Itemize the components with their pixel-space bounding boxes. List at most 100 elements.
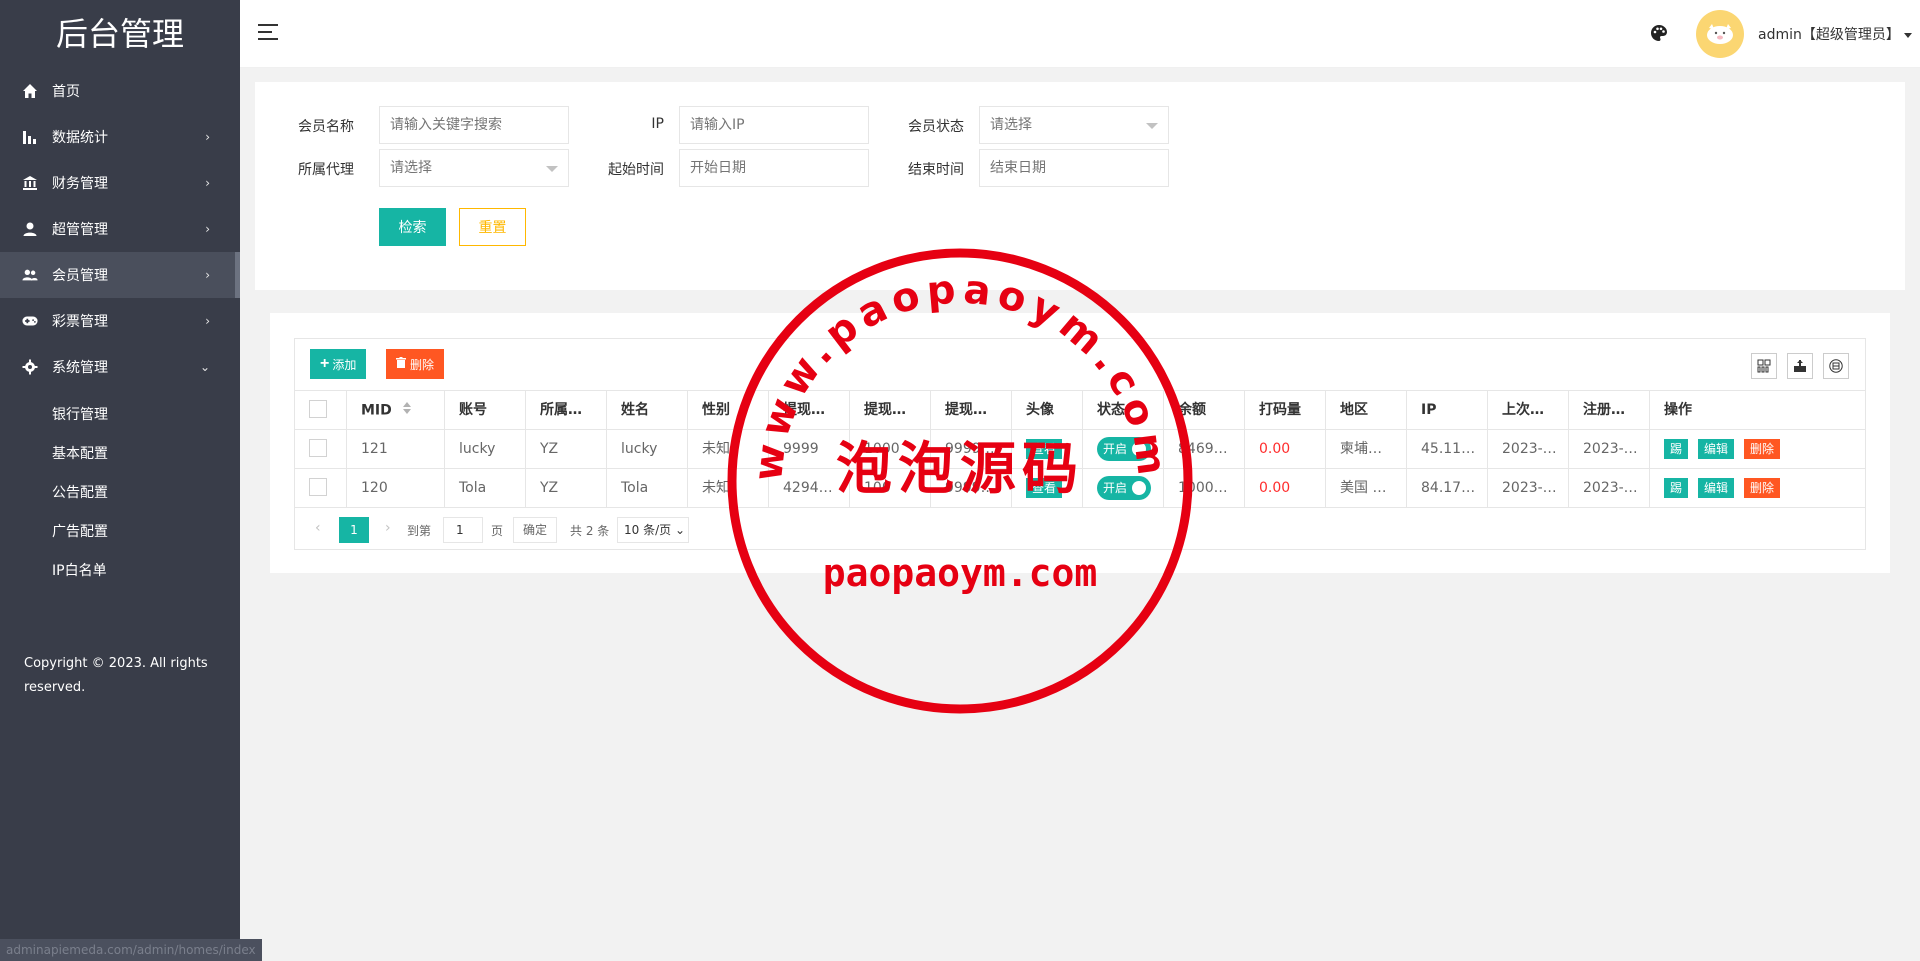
row-checkbox[interactable]: [309, 439, 327, 457]
status-toggle[interactable]: 开启: [1097, 437, 1151, 461]
sidebar-subitem-bank[interactable]: 银行管理: [0, 396, 240, 435]
goto-confirm-button[interactable]: 确定: [513, 517, 557, 543]
system-submenu: 银行管理 基本配置 公告配置 广告配置 IP白名单: [0, 390, 240, 591]
sidebar-item-lottery[interactable]: 彩票管理 ›: [0, 298, 240, 344]
sidebar-item-label: 系统管理: [52, 360, 108, 376]
sidebar-item-super-admin[interactable]: 超管管理 ›: [0, 206, 240, 252]
cell-actions: 踢编辑 删除: [1650, 469, 1867, 508]
export-icon[interactable]: [1787, 353, 1813, 379]
sidebar-subitem-ad-config[interactable]: 广告配置: [0, 513, 240, 552]
bar-chart-icon: [22, 129, 38, 145]
sidebar-item-label: 彩票管理: [52, 314, 108, 330]
select-all-checkbox[interactable]: [309, 400, 327, 418]
delete-button[interactable]: 删除: [1744, 478, 1781, 498]
goto-label: 到第: [407, 524, 432, 538]
user-menu[interactable]: admin【超级管理员】: [1758, 24, 1912, 44]
edit-button[interactable]: 编辑: [1698, 439, 1735, 459]
cell-betting: 0.00: [1245, 430, 1326, 469]
start-time-label: 起始时间: [608, 162, 664, 178]
cell-balance: 8469…: [1164, 430, 1245, 469]
copyright: Copyright © 2023. All rights reserved.: [24, 656, 208, 695]
sidebar-item-statistics[interactable]: 数据统计 ›: [0, 114, 240, 160]
cell-status: 开启: [1083, 469, 1164, 508]
column-header: 上次…: [1488, 391, 1569, 430]
cell-withdraw-3: 9999…: [931, 430, 1012, 469]
column-header: 头像: [1012, 391, 1083, 430]
table-panel: + 添加 删除 MID 账号 所属… 姓名 性别 提现… 提现… 提现… 头像 …: [270, 313, 1890, 573]
sidebar-item-system[interactable]: 系统管理 ⌄: [0, 344, 240, 390]
cell-mid: 121: [347, 430, 445, 469]
print-icon[interactable]: [1823, 353, 1849, 379]
kick-button[interactable]: 踢: [1664, 478, 1689, 498]
cell-register-time: 2023-…: [1569, 469, 1650, 508]
member-table: + 添加 删除 MID 账号 所属… 姓名 性别 提现… 提现… 提现… 头像 …: [294, 338, 1866, 550]
sidebar-item-finance[interactable]: 财务管理 ›: [0, 160, 240, 206]
columns-filter-icon[interactable]: [1751, 353, 1777, 379]
current-page[interactable]: 1: [339, 517, 369, 543]
member-name-label: 会员名称: [298, 119, 354, 135]
sidebar-item-label: 超管管理: [52, 222, 108, 238]
row-select-cell: [295, 469, 347, 508]
delete-button[interactable]: 删除: [1744, 439, 1781, 459]
next-page-icon[interactable]: ›: [385, 520, 391, 536]
cell-gender: 未知: [688, 469, 769, 508]
table-row: 120 Tola YZ Tola 未知 4294… 100 9999… 查看 开…: [295, 469, 1865, 508]
member-status-select[interactable]: 请选择: [979, 106, 1169, 144]
page-size-select[interactable]: 10 条/页 ⌄: [617, 517, 689, 543]
cell-mid: 120: [347, 469, 445, 508]
reset-button[interactable]: 重置: [459, 208, 526, 246]
end-date-input[interactable]: 结束日期: [979, 149, 1169, 187]
delete-button-label: 删除: [410, 357, 435, 372]
column-header: 账号: [445, 391, 526, 430]
search-panel: 会员名称 请输入关键字搜索 IP 请输入IP 会员状态 请选择 所属代理 请选择…: [255, 82, 1905, 290]
member-status-label: 会员状态: [908, 119, 964, 135]
column-header: 地区: [1326, 391, 1407, 430]
end-time-label: 结束时间: [908, 162, 964, 178]
kick-button[interactable]: 踢: [1664, 439, 1689, 459]
sidebar-subitem-notice-config[interactable]: 公告配置: [0, 474, 240, 513]
column-header-mid[interactable]: MID: [347, 391, 445, 430]
add-button[interactable]: + 添加: [310, 349, 367, 379]
palette-icon[interactable]: [1650, 24, 1670, 44]
search-button[interactable]: 检索: [379, 208, 446, 246]
sidebar-subitem-basic-config[interactable]: 基本配置: [0, 435, 240, 474]
chevron-down-icon: ⌄: [674, 523, 686, 537]
column-header: 提现…: [931, 391, 1012, 430]
edit-button[interactable]: 编辑: [1698, 478, 1735, 498]
ip-input[interactable]: 请输入IP: [679, 106, 869, 144]
cell-avatar: 查看: [1012, 469, 1083, 508]
page-number-input[interactable]: 1: [443, 517, 483, 543]
sidebar-item-members[interactable]: 会员管理 ›: [0, 252, 240, 298]
row-checkbox[interactable]: [309, 478, 327, 496]
start-date-input[interactable]: 开始日期: [679, 149, 869, 187]
sort-icon[interactable]: [402, 391, 412, 430]
prev-page-icon[interactable]: ‹: [315, 520, 321, 536]
gear-icon: [22, 359, 38, 375]
sidebar-item-home[interactable]: 首页: [0, 68, 240, 114]
ip-label: IP: [651, 116, 664, 132]
view-avatar-button[interactable]: 查看: [1026, 478, 1063, 498]
avatar[interactable]: [1696, 10, 1744, 58]
cell-register-time: 2023-…: [1569, 430, 1650, 469]
member-name-input[interactable]: 请输入关键字搜索: [379, 106, 569, 144]
cell-ip: 45.11…: [1407, 430, 1488, 469]
view-avatar-button[interactable]: 查看: [1026, 439, 1063, 459]
cell-region: 柬埔…: [1326, 430, 1407, 469]
sidebar-subitem-ip-whitelist[interactable]: IP白名单: [0, 552, 240, 591]
column-header: 余额: [1164, 391, 1245, 430]
cell-region: 美国 …: [1326, 469, 1407, 508]
menu-toggle-icon[interactable]: [258, 24, 278, 42]
page-unit-label: 页: [491, 524, 504, 538]
column-header: 姓名: [607, 391, 688, 430]
cell-withdraw-1: 4294…: [769, 469, 850, 508]
cell-withdraw-3: 9999…: [931, 469, 1012, 508]
column-header: IP: [1407, 391, 1488, 430]
agent-select[interactable]: 请选择: [379, 149, 569, 187]
users-icon: [22, 267, 38, 283]
cell-balance: 1000…: [1164, 469, 1245, 508]
batch-delete-button[interactable]: 删除: [386, 349, 445, 379]
select-all-cell: [295, 391, 347, 430]
status-toggle[interactable]: 开启: [1097, 476, 1151, 500]
column-header: 操作: [1664, 402, 1692, 418]
cell-betting: 0.00: [1245, 469, 1326, 508]
